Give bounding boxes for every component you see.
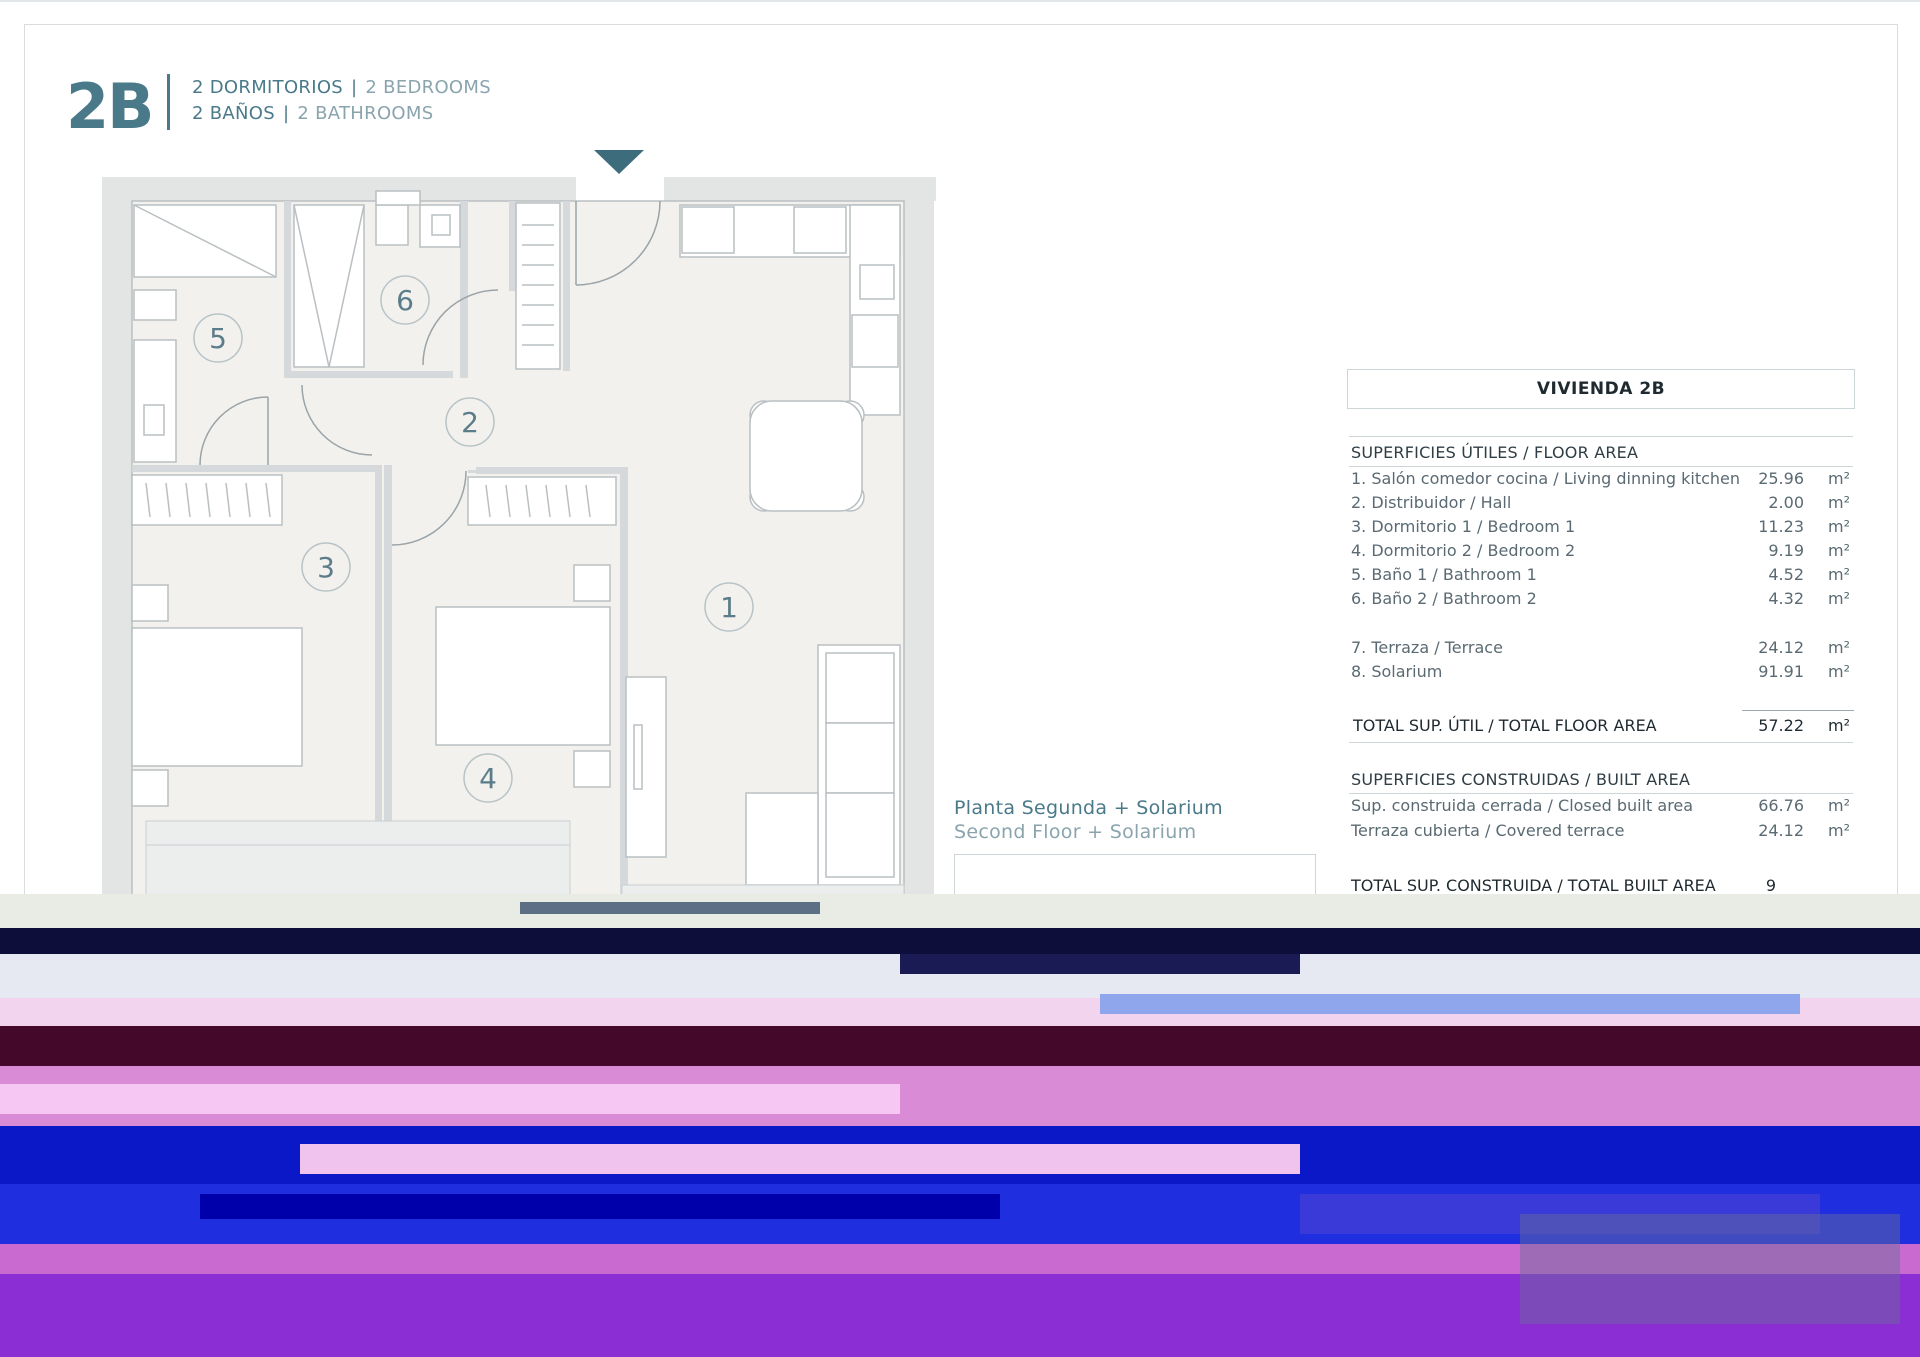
built-row-value: 24.12 [1758,821,1804,840]
area-row: 3. Dormitorio 1 / Bedroom 1 11.23 m² [1351,517,1854,539]
area-row-value: 91.91 [1758,662,1804,681]
area-row-label: 8. Solarium [1351,662,1443,681]
table-rule [1349,793,1853,794]
unit-code: 2B [66,70,154,143]
area-row: 7. Terraza / Terrace 24.12 m² [1351,638,1854,660]
total-useful-row: TOTAL SUP. ÚTIL / TOTAL FLOOR AREA 57.22… [1351,716,1854,738]
table-rule [1349,466,1853,467]
total-built-label: TOTAL SUP. CONSTRUIDA / TOTAL BUILT AREA [1351,876,1716,895]
area-row-value: 4.52 [1768,565,1804,584]
bedrooms-en: 2 BEDROOMS [365,77,491,98]
area-row-unit: m² [1828,565,1850,584]
built-row-label: Terraza cubierta / Covered terrace [1351,821,1625,840]
bathrooms-line: 2 BAÑOS | 2 BATHROOMS [192,103,433,124]
area-row-unit: m² [1828,662,1850,681]
floor-label-es: Planta Segunda + Solarium [954,797,1223,819]
separator: | [283,103,290,124]
dining-table [749,400,865,512]
area-row: 1. Salón comedor cocina / Living dinning… [1351,469,1854,491]
key-plan-box [954,854,1316,895]
useful-area-header-label: SUPERFICIES ÚTILES / FLOOR AREA [1351,443,1639,462]
area-row-unit: m² [1828,541,1850,560]
bathrooms-en: 2 BATHROOMS [297,103,434,124]
entry-wardrobe [515,202,561,370]
area-row-label: 6. Baño 2 / Bathroom 2 [1351,589,1537,608]
area-row-value: 24.12 [1758,638,1804,657]
area-row-label: 3. Dormitorio 1 / Bedroom 1 [1351,517,1576,536]
total-built-value: 9 [1765,876,1776,895]
room-number-5: 5 [209,322,227,355]
bedrooms-es: 2 DORMITORIOS [192,77,344,98]
area-row-label: 5. Baño 1 / Bathroom 1 [1351,565,1537,584]
header-divider [167,74,170,130]
floor-plan: 1 2 3 4 5 6 [102,177,936,905]
bedroom-3-furniture [131,474,303,807]
area-row-unit: m² [1828,589,1850,608]
built-row-unit: m² [1828,796,1850,815]
total-useful-label: TOTAL SUP. ÚTIL / TOTAL FLOOR AREA [1353,716,1657,735]
built-row-label: Sup. construida cerrada / Closed built a… [1351,796,1694,815]
area-row-value: 2.00 [1768,493,1804,512]
area-row-value: 4.32 [1768,589,1804,608]
room-number-1: 1 [720,591,738,624]
tv-unit [625,676,667,858]
area-row-label: 1. Salón comedor cocina / Living dinning… [1351,469,1741,488]
separator: | [351,77,358,98]
area-row-label: 2. Distribuidor / Hall [1351,493,1512,512]
built-area-header: SUPERFICIES CONSTRUIDAS / BUILT AREA [1351,770,1854,792]
area-row: 6. Baño 2 / Bathroom 2 4.32 m² [1351,589,1854,611]
area-row-value: 9.19 [1768,541,1804,560]
area-row: 5. Baño 1 / Bathroom 1 4.52 m² [1351,565,1854,587]
useful-area-header: SUPERFICIES ÚTILES / FLOOR AREA [1351,443,1854,465]
table-rule [1349,436,1853,437]
bathrooms-es: 2 BAÑOS [192,103,275,124]
built-row: Terraza cubierta / Covered terrace 24.12… [1351,821,1854,843]
page-top-border [0,0,1920,2]
total-useful-value: 57.22 [1758,716,1804,735]
corrupted-image-band [0,894,1920,1357]
bedrooms-line: 2 DORMITORIOS | 2 BEDROOMS [192,77,491,98]
built-row-value: 66.76 [1758,796,1804,815]
area-row-unit: m² [1828,517,1850,536]
area-row-label: 4. Dormitorio 2 / Bedroom 2 [1351,541,1576,560]
area-row: 8. Solarium 91.91 m² [1351,662,1854,684]
room-number-3: 3 [317,551,335,584]
built-area-header-label: SUPERFICIES CONSTRUIDAS / BUILT AREA [1351,770,1691,789]
floor-label-en: Second Floor + Solarium [954,821,1197,843]
total-useful-unit: m² [1828,716,1850,735]
area-row-unit: m² [1828,493,1850,512]
area-row-unit: m² [1828,469,1850,488]
total-rule [1742,710,1854,711]
room-number-4: 4 [479,762,497,795]
built-row-unit: m² [1828,821,1850,840]
area-row-value: 11.23 [1758,517,1804,536]
area-row: 4. Dormitorio 2 / Bedroom 2 9.19 m² [1351,541,1854,563]
table-rule [1349,742,1853,743]
built-row: Sup. construida cerrada / Closed built a… [1351,796,1854,818]
area-row: 2. Distribuidor / Hall 2.00 m² [1351,493,1854,515]
room-number-2: 2 [461,406,479,439]
room-number-6: 6 [396,284,414,317]
area-row-unit: m² [1828,638,1850,657]
unit-table-title: VIVIENDA 2B [1347,369,1855,409]
area-row-label: 7. Terraza / Terrace [1351,638,1503,657]
area-row-value: 25.96 [1758,469,1804,488]
